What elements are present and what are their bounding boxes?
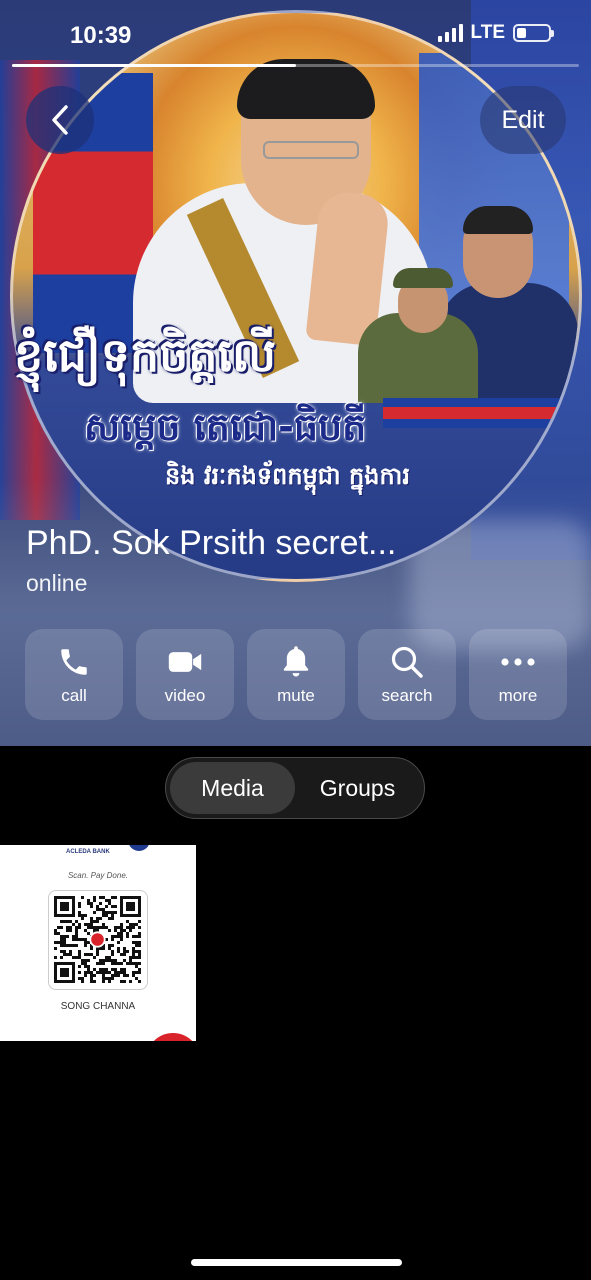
story-progress-fill [12, 64, 296, 67]
status-indicators: LTE [437, 22, 554, 44]
tab-media[interactable]: Media [170, 762, 295, 814]
back-button[interactable] [26, 86, 94, 154]
search-label: search [381, 685, 433, 705]
khmer-headline-1: ខ្ញុំជឿទុកចិត្តលើ [14, 328, 276, 382]
more-dots-icon [500, 644, 536, 680]
chevron-left-icon [52, 105, 68, 135]
soldier-cap [393, 268, 453, 288]
tab-groups[interactable]: Groups [295, 762, 420, 814]
video-camera-icon [167, 644, 203, 680]
edit-button[interactable]: Edit [480, 86, 566, 154]
home-indicator[interactable] [191, 1259, 402, 1266]
bank-logo-icon [128, 845, 150, 851]
bank-name: ACLEDA BANK [66, 849, 110, 855]
main-person-glasses [263, 141, 359, 159]
mute-label: mute [277, 685, 315, 705]
action-bar: call video mute search more [25, 629, 567, 720]
call-label: call [61, 685, 87, 705]
more-button[interactable]: more [469, 629, 567, 720]
signal-icon [437, 24, 463, 42]
qr-tagline: Scan. Pay Done. [67, 871, 129, 880]
network-type: LTE [470, 22, 505, 43]
contact-name: PhD. Sok Prsith secret... [26, 524, 397, 562]
mute-button[interactable]: mute [247, 629, 345, 720]
qr-code-icon [54, 896, 141, 983]
contact-status: online [26, 570, 88, 596]
status-time: 10:39 [70, 22, 132, 49]
search-button[interactable]: search [358, 629, 456, 720]
qr-owner-name: SONG CHANNA [60, 1001, 136, 1012]
main-person-hair [237, 59, 375, 119]
khmer-headline-3: និង វរៈកងទ័ពកម្ពុជា ក្នុងការ [165, 462, 410, 490]
battery-icon [513, 24, 554, 42]
red-badge-shape [146, 1033, 196, 1041]
media-groups-tabs: Media Groups [165, 757, 425, 819]
more-label: more [498, 685, 538, 705]
qr-code [48, 890, 148, 990]
call-button[interactable]: call [25, 629, 123, 720]
phone-icon [56, 644, 92, 680]
khmer-headline-2: សម្ដេច តេជោ-ធិបតី [84, 405, 367, 449]
media-item-qr-code[interactable]: ACLEDA BANK Scan. Pay Done. SONG CHANNA [0, 845, 196, 1041]
right-person-hair [463, 206, 533, 234]
story-progress-track [12, 64, 579, 67]
profile-header: ខ្ញុំជឿទុកចិត្តលើ សម្ដេច តេជោ-ធិបតី និង … [0, 0, 591, 746]
video-button[interactable]: video [136, 629, 234, 720]
video-label: video [164, 685, 206, 705]
flag-banner [383, 398, 563, 428]
search-icon [389, 644, 425, 680]
bell-icon [278, 644, 314, 680]
battery-level [517, 28, 526, 38]
